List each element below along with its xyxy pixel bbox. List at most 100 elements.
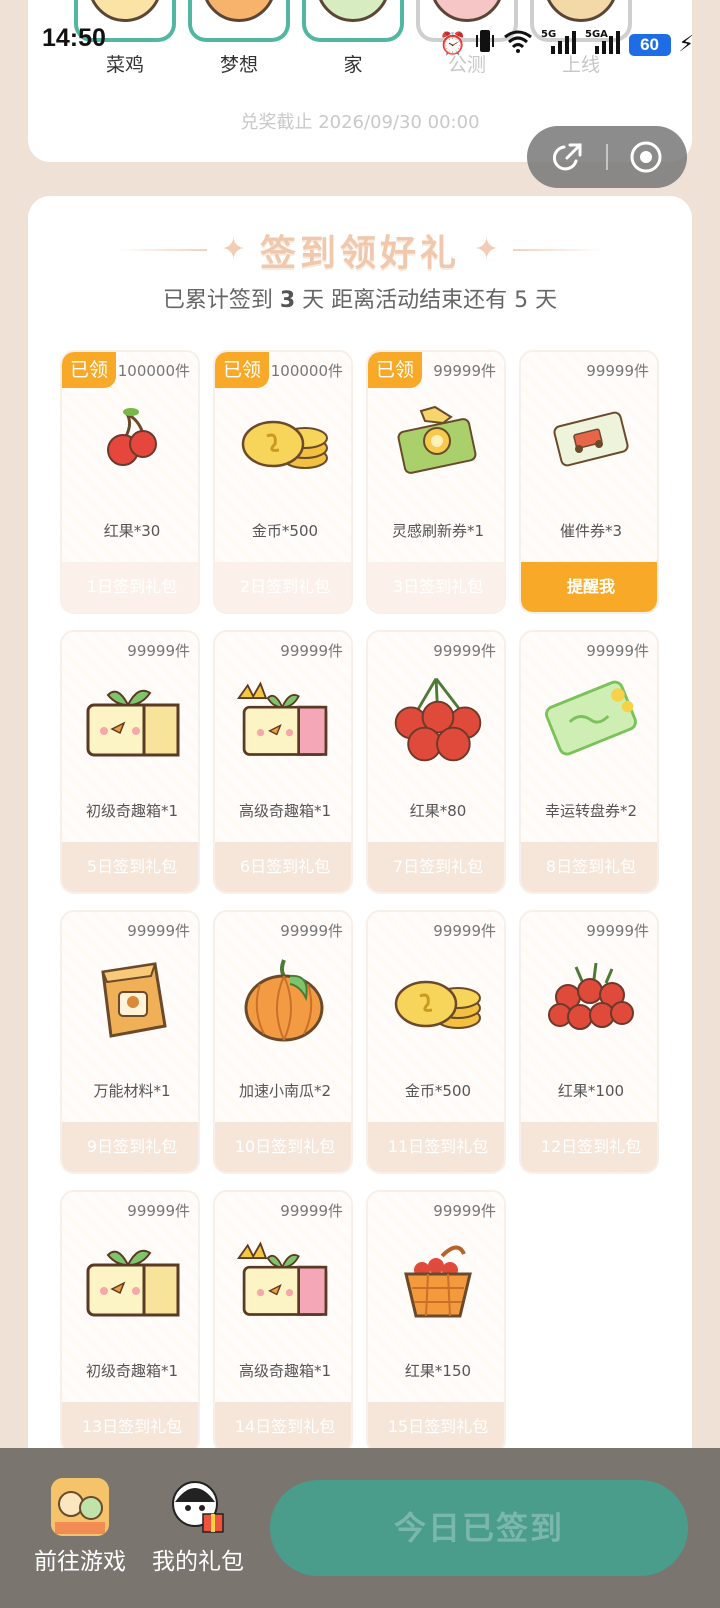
gift-card[interactable]: 99999件 红果*150 15日签到礼包	[366, 1190, 506, 1454]
premium-box-icon	[235, 1236, 335, 1322]
gift-day-label: 3日签到礼包	[368, 562, 504, 612]
gift-card[interactable]: 已领 100000件 金币*500 2日签到礼包	[213, 350, 353, 614]
signal-icon: 5G	[541, 28, 577, 62]
character-avatar	[316, 0, 390, 22]
gift-card[interactable]: 已领 100000件 红果*30 1日签到礼包	[60, 350, 200, 614]
battery-icon: 60	[628, 34, 671, 56]
gift-day-label: 13日签到礼包	[62, 1402, 198, 1452]
gift-day-label: 6日签到礼包	[215, 842, 351, 892]
gift-name: 红果*100	[557, 1082, 625, 1100]
game-icon	[51, 1478, 109, 1536]
gift-card[interactable]: 99999件 红果*100 12日签到礼包	[519, 910, 659, 1174]
status-icons: ⏰ 5G 5GA 60 ⚡	[439, 28, 694, 62]
basic-box-icon	[82, 1236, 182, 1322]
gift-day-label: 1日签到礼包	[62, 562, 198, 612]
gift-day-label: 10日签到礼包	[215, 1122, 351, 1172]
gift-name: 初级奇趣箱*1	[85, 1362, 179, 1380]
gift-quantity: 99999件	[586, 922, 649, 940]
gift-card[interactable]: 99999件 催件券*3 提醒我	[519, 350, 659, 614]
divider	[116, 249, 207, 251]
capsule-divider	[606, 144, 608, 170]
gift-day-label: 14日签到礼包	[215, 1402, 351, 1452]
gift-quantity: 99999件	[586, 362, 649, 380]
sign-progress-text: 已累计签到 3 天 距离活动结束还有 5 天	[162, 288, 558, 313]
wifi-icon	[503, 29, 533, 61]
gift-quantity: 99999件	[433, 642, 496, 660]
gift-card[interactable]: 99999件 初级奇趣箱*1 5日签到礼包	[60, 630, 200, 894]
sparkle-icon: ✦	[220, 232, 246, 267]
red-fruit-icon	[82, 396, 182, 482]
mini-program-capsule	[527, 126, 687, 188]
remind-me-button[interactable]: 提醒我	[521, 562, 657, 612]
go-to-game-label: 前往游戏	[34, 1549, 126, 1575]
gift-name: 幸运转盘券*2	[544, 802, 638, 820]
gift-name: 加速小南瓜*2	[238, 1082, 332, 1100]
gift-name: 万能材料*1	[93, 1082, 171, 1100]
gift-day-label: 8日签到礼包	[521, 842, 657, 892]
fruit-basket-icon	[388, 1236, 488, 1322]
sign-title-row: ✦ 签到领好礼 ✦	[0, 226, 720, 274]
gift-card[interactable]: 99999件 高级奇趣箱*1 6日签到礼包	[213, 630, 353, 894]
share-button[interactable]	[531, 126, 605, 188]
claimed-badge: 已领	[215, 352, 269, 388]
gift-day-label: 7日签到礼包	[368, 842, 504, 892]
gift-quantity: 99999件	[433, 922, 496, 940]
my-gifts-button[interactable]: 我的礼包	[143, 1478, 253, 1576]
record-icon	[630, 141, 662, 173]
character-avatar	[202, 0, 276, 22]
gift-name: 高级奇趣箱*1	[238, 802, 332, 820]
premium-box-icon	[235, 676, 335, 762]
claimed-badge: 已领	[62, 352, 116, 388]
basic-box-icon	[82, 676, 182, 762]
gift-quantity: 99999件	[586, 642, 649, 660]
gift-card[interactable]: 99999件 万能材料*1 9日签到礼包	[60, 910, 200, 1174]
character-avatar	[88, 0, 162, 22]
gift-card[interactable]: 99999件 加速小南瓜*2 10日签到礼包	[213, 910, 353, 1174]
gift-quantity: 99999件	[280, 642, 343, 660]
character-avatar	[544, 0, 618, 22]
gift-quantity: 100000件	[270, 362, 343, 380]
network-label: 5G	[541, 29, 556, 40]
status-time: 14:50	[42, 24, 106, 52]
gift-name: 高级奇趣箱*1	[238, 1362, 332, 1380]
character-avatar	[430, 0, 504, 22]
gift-name: 灵感刷新券*1	[391, 522, 485, 540]
gift-quantity: 100000件	[117, 362, 190, 380]
alarm-icon: ⏰	[439, 32, 467, 57]
gift-name: 红果*150	[404, 1362, 472, 1380]
sign-title: 签到领好礼	[259, 233, 460, 274]
gift-bag-icon	[169, 1478, 227, 1536]
gift-quantity: 99999件	[280, 1202, 343, 1220]
gift-card[interactable]: 已领 99999件 灵感刷新券*1 3日签到礼包	[366, 350, 506, 614]
gold-coin-icon	[388, 956, 488, 1042]
gift-card[interactable]: 99999件 高级奇趣箱*1 14日签到礼包	[213, 1190, 353, 1454]
gift-card[interactable]: 99999件 初级奇趣箱*1 13日签到礼包	[60, 1190, 200, 1454]
my-gifts-label: 我的礼包	[152, 1549, 244, 1575]
record-button[interactable]	[609, 126, 683, 188]
gift-name: 初级奇趣箱*1	[85, 802, 179, 820]
network-label: 5GA	[585, 29, 608, 40]
signed-today-button[interactable]: 今日已签到	[270, 1480, 688, 1576]
red-fruit-bunch-icon	[388, 676, 488, 762]
gift-name: 红果*80	[409, 802, 467, 820]
gift-quantity: 99999件	[280, 922, 343, 940]
signal-icon: 5GA	[585, 28, 621, 62]
gift-name: 红果*30	[103, 522, 161, 540]
gift-card[interactable]: 99999件 红果*80 7日签到礼包	[366, 630, 506, 894]
gift-quantity: 99999件	[433, 1202, 496, 1220]
lucky-wheel-ticket-icon	[541, 676, 641, 762]
gift-name: 金币*500	[251, 522, 319, 540]
gift-quantity: 99999件	[127, 1202, 190, 1220]
claimed-badge: 已领	[368, 352, 422, 388]
charging-icon: ⚡	[678, 32, 694, 57]
go-to-game-button[interactable]: 前往游戏	[25, 1478, 135, 1576]
inspiration-ticket-icon	[388, 396, 488, 482]
delivery-ticket-icon	[541, 396, 641, 482]
gift-card[interactable]: 99999件 金币*500 11日签到礼包	[366, 910, 506, 1174]
share-icon	[552, 143, 582, 171]
gift-day-label: 5日签到礼包	[62, 842, 198, 892]
gold-coin-icon	[235, 396, 335, 482]
gift-quantity: 99999件	[433, 362, 496, 380]
status-bar: 14:50 ⏰ 5G 5GA 60 ⚡	[0, 22, 720, 62]
gift-card[interactable]: 99999件 幸运转盘券*2 8日签到礼包	[519, 630, 659, 894]
